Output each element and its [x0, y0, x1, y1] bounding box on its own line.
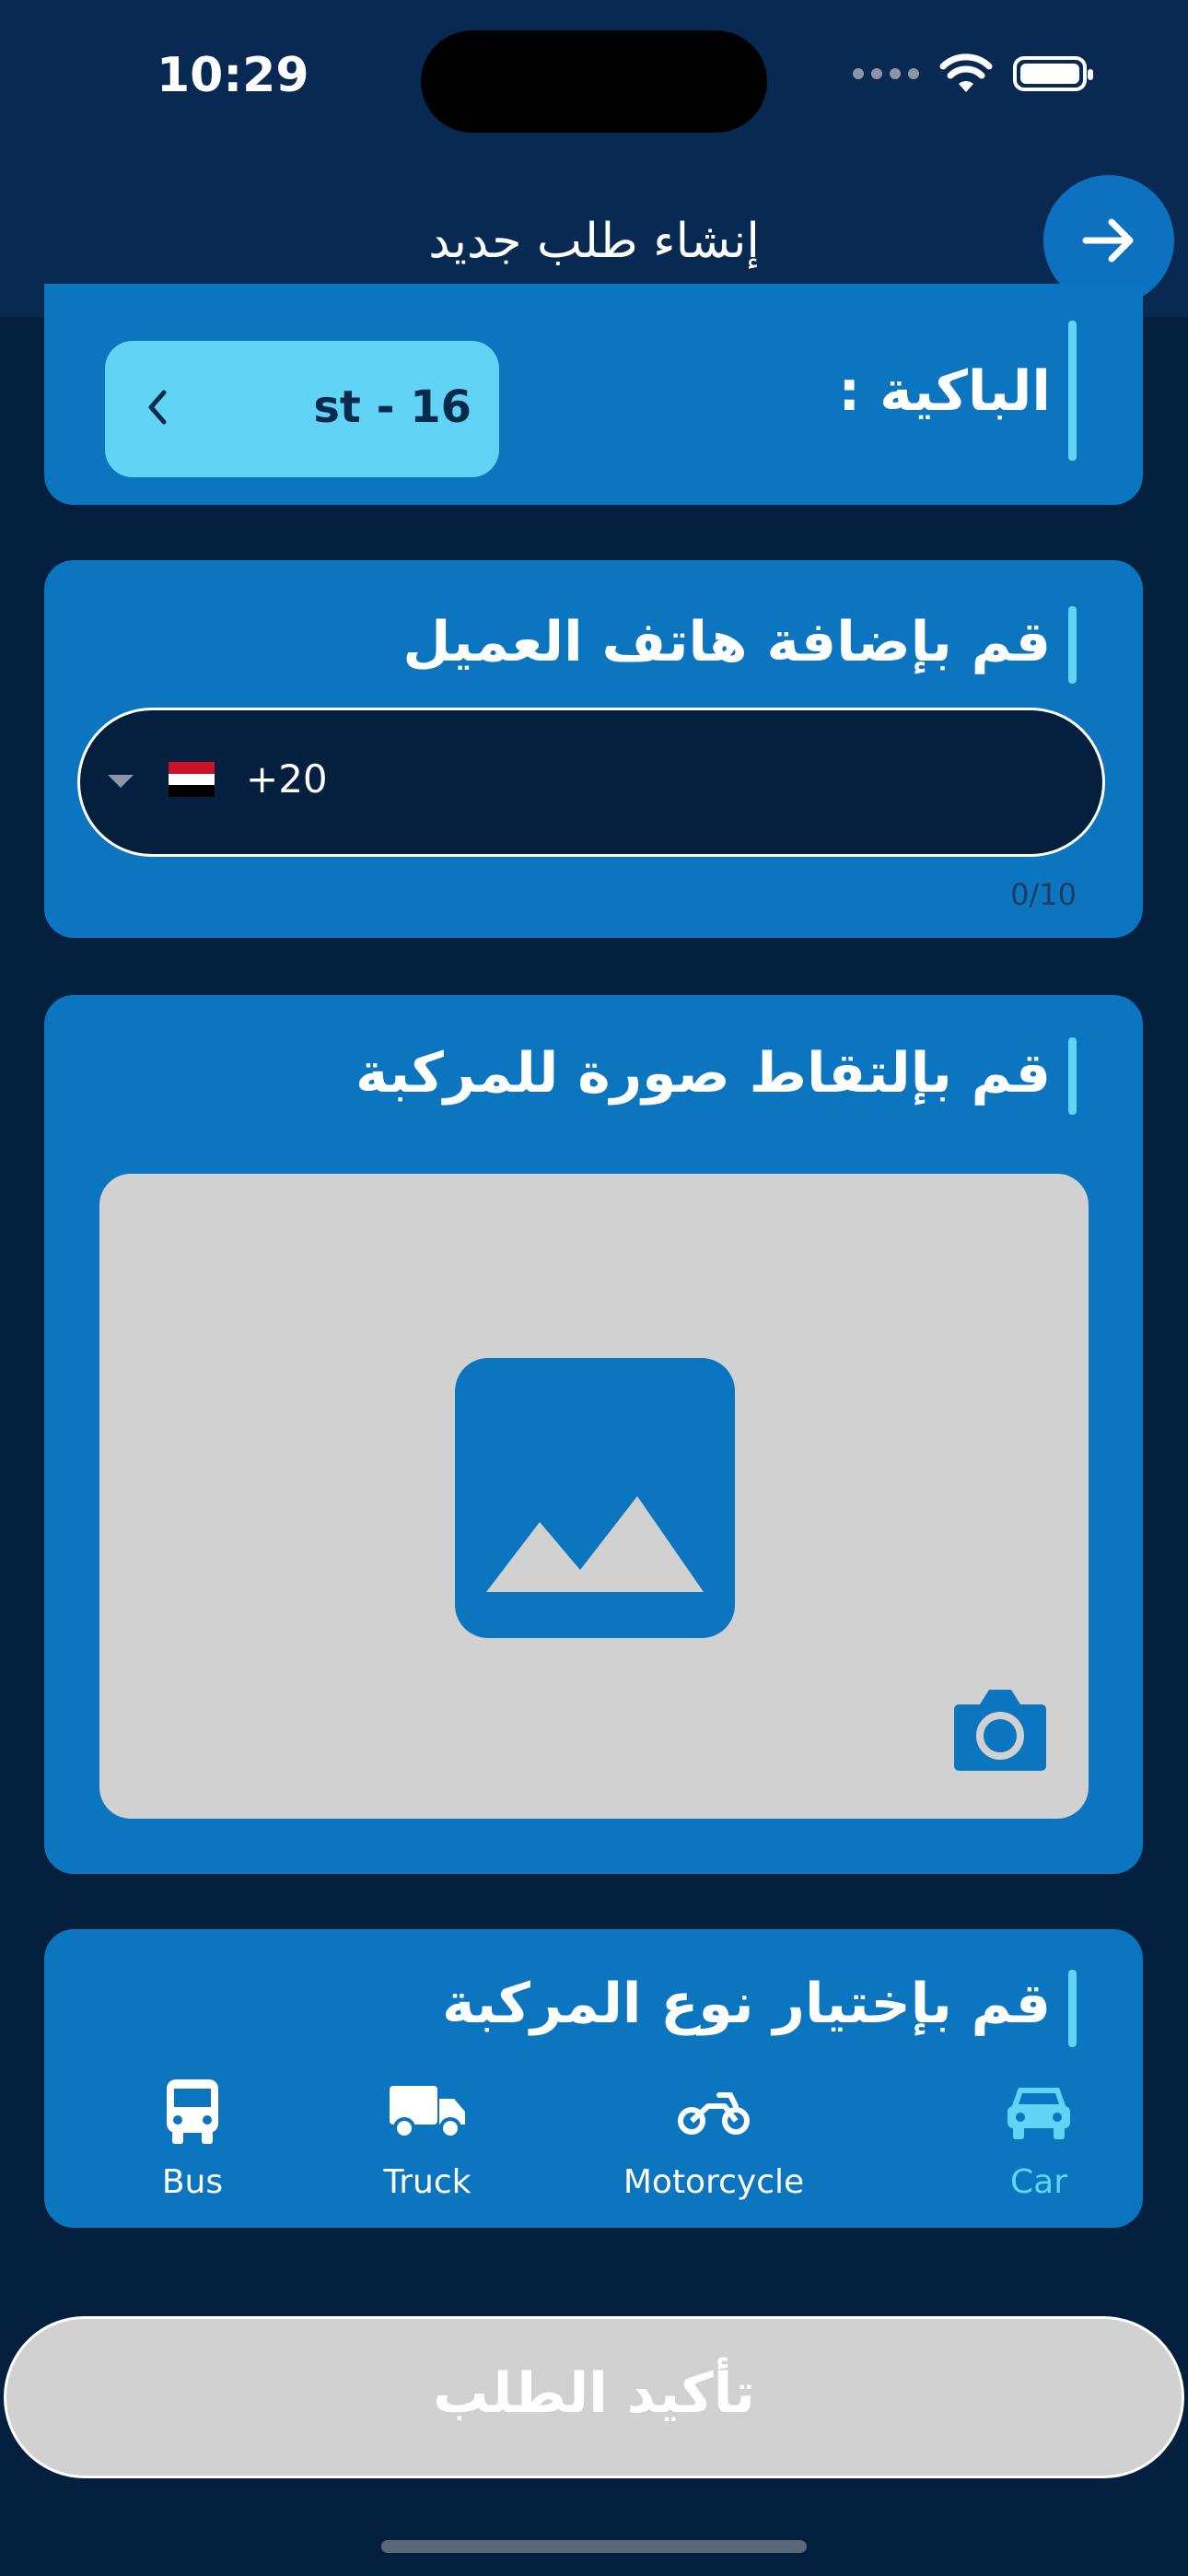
vehicle-option-car[interactable]: Car: [928, 2077, 1149, 2201]
vehicle-section-title: قم بإختيار نوع المركبة: [442, 1972, 1051, 2036]
plate-selector[interactable]: st - 16: [105, 341, 499, 477]
country-code: +20: [246, 756, 328, 802]
title-accent-bar: [1068, 606, 1077, 684]
character-counter: 0/10: [1010, 877, 1077, 912]
title-accent-bar: [1068, 1970, 1077, 2047]
confirm-order-button[interactable]: تأكيد الطلب: [4, 2316, 1184, 2478]
photo-section-title: قم بإلتقاط صورة للمركبة: [355, 1041, 1051, 1106]
vehicle-option-bus[interactable]: Bus: [82, 2077, 303, 2201]
plate-card: الباكية : st - 16: [44, 284, 1143, 505]
egypt-flag-icon[interactable]: [169, 762, 215, 798]
arrow-right-icon: [1082, 218, 1134, 263]
phone-section-title: قم بإضافة هاتف العميل: [402, 610, 1051, 674]
title-accent-bar: [1068, 321, 1077, 461]
vehicle-option-truck[interactable]: Truck: [317, 2077, 538, 2201]
car-icon: [1007, 2088, 1070, 2139]
chevron-left-icon: [148, 390, 167, 425]
confirm-order-label: تأكيد الطلب: [433, 2361, 755, 2426]
battery-icon: [1013, 56, 1093, 91]
wifi-icon: [939, 53, 993, 92]
truck-icon: [390, 2086, 465, 2139]
vehicle-photo-card: قم بإلتقاط صورة للمركبة: [44, 995, 1143, 1874]
home-indicator[interactable]: [381, 2540, 807, 2553]
country-dropdown-icon[interactable]: [108, 775, 134, 788]
motorcycle-icon: [678, 2092, 750, 2135]
dynamic-island: [421, 30, 767, 133]
vehicle-type-options: Bus Truck Motorcycle Car: [44, 2077, 1143, 2206]
vehicle-option-motorcycle[interactable]: Motorcycle: [603, 2077, 824, 2201]
photo-capture-area[interactable]: [99, 1174, 1089, 1819]
vehicle-label-bus: Bus: [161, 2163, 224, 2201]
phone-input[interactable]: +20: [77, 708, 1105, 857]
plate-value: st - 16: [313, 381, 472, 433]
camera-icon[interactable]: [952, 1684, 1048, 1773]
bus-icon: [167, 2079, 218, 2144]
title-accent-bar: [1068, 1037, 1077, 1115]
image-placeholder-icon: [455, 1358, 735, 1638]
cellular-signal-icon: [853, 68, 919, 79]
vehicle-label-truck: Truck: [383, 2163, 472, 2201]
vehicle-label-motorcycle: Motorcycle: [623, 2163, 805, 2201]
plate-label: الباكية :: [838, 359, 1051, 424]
status-icons: [853, 53, 1093, 94]
status-bar: 10:29: [0, 0, 1188, 166]
vehicle-label-car: Car: [1010, 2163, 1067, 2201]
status-time: 10:29: [157, 48, 309, 103]
customer-phone-card: قم بإضافة هاتف العميل +20 0/10: [44, 560, 1143, 938]
page-title: إنشاء طلب جديد: [428, 214, 760, 269]
vehicle-type-card: قم بإختيار نوع المركبة Bus Truck Motorcy…: [44, 1929, 1143, 2228]
